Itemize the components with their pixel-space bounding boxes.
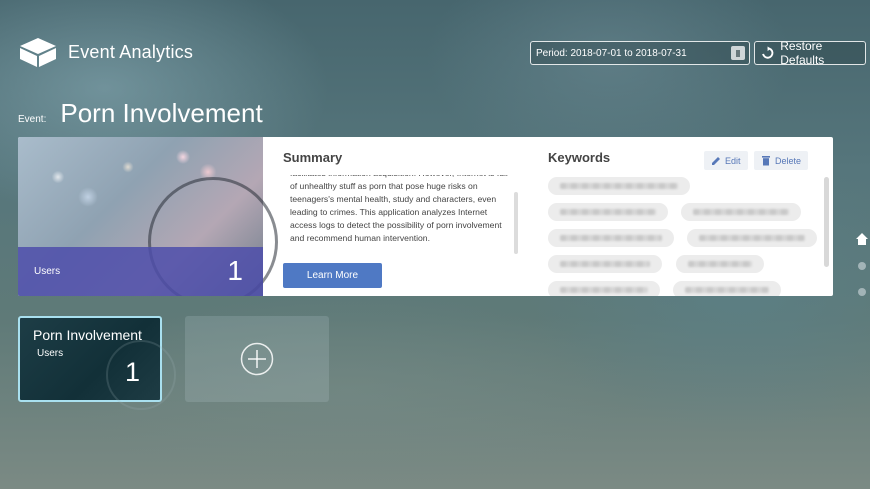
pager-dot[interactable] xyxy=(858,262,866,270)
keyword-chip[interactable] xyxy=(548,177,690,195)
users-band: Users 1 xyxy=(18,247,263,296)
keyword-chip[interactable] xyxy=(673,281,781,296)
event-title: Porn Involvement xyxy=(60,98,263,128)
bicycle-wheel-graphic xyxy=(106,340,176,410)
refresh-icon xyxy=(762,46,774,59)
calendar-icon[interactable] xyxy=(731,46,745,60)
keyword-chip[interactable] xyxy=(548,203,668,221)
app-title: Event Analytics xyxy=(68,41,194,62)
summary-section: Summary facilitates information acquisit… xyxy=(283,137,523,296)
delete-keywords-button[interactable]: Delete xyxy=(754,151,808,170)
learn-more-button[interactable]: Learn More xyxy=(283,263,382,288)
keywords-section: Keywords Edit Delete xyxy=(548,137,833,296)
keyword-chip[interactable] xyxy=(548,229,674,247)
keyword-chip[interactable] xyxy=(687,229,817,247)
cube-box-icon xyxy=(20,38,56,67)
tile-users-count: 1 xyxy=(124,357,140,387)
keyword-chip[interactable] xyxy=(548,255,662,273)
edit-label: Edit xyxy=(725,155,741,166)
event-tile[interactable]: Porn Involvement Users 1 xyxy=(18,316,176,410)
event-label: Event: xyxy=(18,114,47,125)
keyword-chip[interactable] xyxy=(676,255,764,273)
users-count: 1 xyxy=(227,255,243,286)
keywords-scrollbar[interactable] xyxy=(824,177,829,267)
plus-circle-icon xyxy=(240,342,274,376)
keyword-chip[interactable] xyxy=(548,281,660,296)
summary-text-scroll[interactable]: facilitates information acquisition. How… xyxy=(290,175,512,251)
delete-label: Delete xyxy=(774,155,801,166)
restore-label: Restore Defaults xyxy=(780,39,825,67)
tile-users-label: Users xyxy=(37,348,64,359)
period-selector[interactable]: Period: 2018-07-01 to 2018-07-31 xyxy=(530,41,750,65)
trash-icon xyxy=(761,156,770,166)
period-text: Period: 2018-07-01 to 2018-07-31 xyxy=(536,47,687,59)
add-event-tile[interactable] xyxy=(185,316,329,402)
keyword-chip[interactable] xyxy=(681,203,801,221)
event-detail-card: Users 1 Summary facilitates information … xyxy=(18,137,833,296)
summary-scrollbar[interactable] xyxy=(514,192,518,254)
app-header: Event Analytics xyxy=(18,36,193,68)
users-label: Users xyxy=(34,266,61,277)
tile-title: Porn Involvement xyxy=(33,327,142,343)
pager-dot[interactable] xyxy=(858,288,866,296)
summary-title: Summary xyxy=(283,150,343,165)
home-icon[interactable] xyxy=(855,232,869,246)
restore-defaults-button[interactable]: Restore Defaults xyxy=(754,39,866,67)
keywords-title: Keywords xyxy=(548,150,611,165)
edit-keywords-button[interactable]: Edit xyxy=(704,151,748,170)
pencil-icon xyxy=(712,156,720,165)
summary-text: facilitates information acquisition. How… xyxy=(290,175,508,243)
event-image: Users 1 xyxy=(18,137,278,296)
event-heading: Event: Porn Involvement xyxy=(18,98,263,129)
